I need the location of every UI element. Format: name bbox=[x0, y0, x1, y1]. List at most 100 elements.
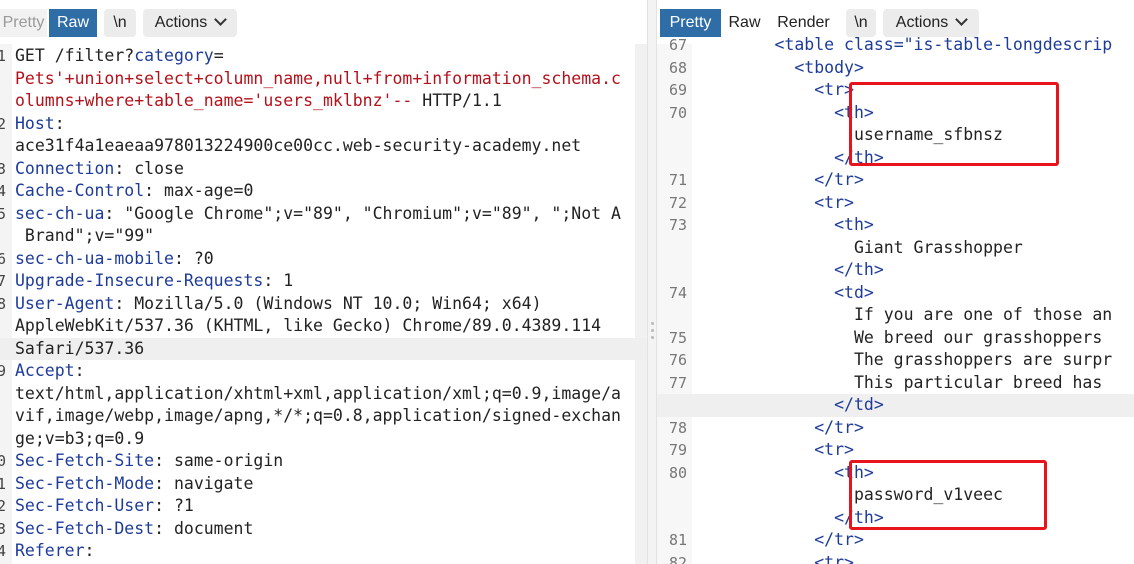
code-text: This particular breed has bbox=[695, 372, 1112, 395]
code-line[interactable]: 76 The grasshoppers are surpr bbox=[657, 349, 1134, 372]
line-number: 78 bbox=[668, 418, 687, 437]
code-line[interactable]: 3 Sec-Fetch-Dest: document bbox=[0, 518, 647, 541]
code-line[interactable]: 1 GET /filter?category= bbox=[0, 45, 647, 68]
code-line[interactable]: text/html,application/xhtml+xml,applicat… bbox=[0, 383, 647, 406]
code-line[interactable]: 3 Connection: close bbox=[0, 158, 647, 181]
code-line[interactable]: 5 sec-ch-ua: "Google Chrome";v="89", "Chr… bbox=[0, 203, 647, 226]
line-number: 77 bbox=[668, 373, 687, 392]
code-line[interactable]: 2 Sec-Fetch-User: ?1 bbox=[0, 495, 647, 518]
code-token: Accept bbox=[15, 361, 75, 380]
request-editor[interactable]: 1 GET /filter?category= Pets'+union+select… bbox=[0, 44, 647, 564]
actions-menu[interactable]: Actions bbox=[143, 9, 237, 37]
line-number: 82 bbox=[668, 553, 687, 564]
code-token: User-Agent bbox=[15, 293, 115, 313]
raw-tab[interactable]: Raw bbox=[723, 9, 766, 37]
code-line[interactable]: Pets'+union+select+column_name,null+from… bbox=[0, 68, 647, 91]
pretty-tab[interactable]: Pretty bbox=[660, 9, 721, 37]
line-number: 9 bbox=[0, 362, 6, 380]
actions-menu[interactable]: Actions bbox=[883, 9, 979, 37]
code-line[interactable]: AppleWebKit/537.36 (KHTML, like Gecko) C… bbox=[0, 315, 647, 338]
code-token: Sec-Fetch-Mode bbox=[15, 473, 155, 493]
code-token: : ?1 bbox=[154, 496, 194, 515]
code-line[interactable]: 6 sec-ch-ua-mobile: ?0 bbox=[0, 248, 647, 271]
code-line[interactable]: ge;v=b3;q=0.9 bbox=[0, 428, 647, 451]
grip-dot bbox=[651, 329, 654, 332]
code-token: </tr> bbox=[814, 530, 864, 549]
code-line[interactable]: 4 Cache-Control: max-age=0 bbox=[0, 180, 647, 203]
code-token: <tr> bbox=[814, 440, 854, 459]
code-text: Sec-Fetch-User: ?1 bbox=[15, 495, 194, 518]
code-token: : navigate bbox=[154, 473, 254, 493]
code-line[interactable]: 7 Upgrade-Insecure-Requests: 1 bbox=[0, 270, 647, 293]
code-text: vif,image/webp,image/apng,*/*;q=0.8,appl… bbox=[15, 405, 621, 428]
code-line[interactable]: </th> bbox=[657, 259, 1134, 282]
code-text: <td> bbox=[695, 282, 874, 305]
newline-toggle[interactable]: \n bbox=[846, 9, 876, 37]
code-line[interactable]: olumns+where+table_name='users_mklbnz'--… bbox=[0, 90, 647, 113]
render-tab[interactable]: Render bbox=[768, 9, 839, 37]
code-token: : max-age=0 bbox=[144, 181, 254, 200]
code-line[interactable]: 4 Referer: bbox=[0, 540, 647, 563]
code-line[interactable]: 1 Sec-Fetch-Mode: navigate bbox=[0, 473, 647, 496]
code-token: Upgrade-Insecure-Requests bbox=[15, 271, 264, 290]
code-line[interactable]: 79 <tr> bbox=[657, 439, 1134, 462]
code-line[interactable]: 78 </tr> bbox=[657, 417, 1134, 440]
code-line[interactable]: Brand";v="99" bbox=[0, 225, 647, 248]
code-text: Sec-Fetch-Site: same-origin bbox=[15, 450, 283, 473]
code-line[interactable]: </td> bbox=[657, 394, 1134, 417]
code-line[interactable]: 72 <tr> bbox=[657, 192, 1134, 215]
code-text: sec-ch-ua-mobile: ?0 bbox=[15, 248, 214, 271]
actions-label: Actions bbox=[895, 14, 949, 31]
code-token: If you are one of those an bbox=[695, 305, 1113, 324]
code-line[interactable]: 67 <table class="is-table-longdescrip bbox=[657, 34, 1134, 57]
code-text: </tr> bbox=[695, 529, 864, 552]
newline-toggle[interactable]: \n bbox=[104, 9, 136, 37]
code-token: : bbox=[54, 113, 65, 133]
line-number: 67 bbox=[668, 36, 687, 54]
pane-splitter[interactable] bbox=[647, 0, 657, 564]
code-text: </th> bbox=[695, 259, 884, 282]
code-token: </th> bbox=[834, 260, 884, 279]
code-token: : 1 bbox=[263, 271, 294, 290]
line-number: 8 bbox=[0, 294, 6, 313]
code-line[interactable]: 71 </tr> bbox=[657, 169, 1134, 192]
code-text: <tr> bbox=[695, 192, 854, 215]
code-token: <th> bbox=[834, 215, 874, 234]
code-line[interactable]: 81 </tr> bbox=[657, 529, 1134, 552]
line-number: 0 bbox=[0, 452, 6, 470]
code-line[interactable]: 2 Host: bbox=[0, 113, 647, 136]
password-highlight-box bbox=[849, 460, 1047, 530]
code-line[interactable]: Giant Grasshopper bbox=[657, 237, 1134, 260]
code-line[interactable]: If you are one of those an bbox=[657, 304, 1134, 327]
code-line[interactable]: 74 <td> bbox=[657, 282, 1134, 305]
code-line[interactable]: 0 Sec-Fetch-Site: same-origin bbox=[0, 450, 647, 473]
code-line[interactable]: 68 <tbody> bbox=[657, 57, 1134, 80]
code-line[interactable]: 8 User-Agent: Mozilla/5.0 (Windows NT 10.… bbox=[0, 293, 647, 316]
line-number: 3 bbox=[0, 159, 6, 178]
raw-tab[interactable]: Raw bbox=[49, 9, 97, 37]
code-line[interactable]: 73 <th> bbox=[657, 214, 1134, 237]
code-text: <th> bbox=[695, 102, 874, 125]
code-line[interactable]: 9 Accept: bbox=[0, 360, 647, 383]
code-token: The grasshoppers are surpr bbox=[695, 350, 1113, 369]
code-token: sec-ch-ua-mobile bbox=[15, 248, 174, 268]
code-token: <table class="is-table-longdescrip bbox=[774, 35, 1113, 54]
pretty-tab[interactable]: Pretty bbox=[0, 9, 47, 37]
code-line[interactable]: vif,image/webp,image/apng,*/*;q=0.8,appl… bbox=[0, 405, 647, 428]
code-line[interactable]: 77 This particular breed has bbox=[657, 372, 1134, 395]
line-number: 70 bbox=[668, 103, 687, 122]
line-number: 7 bbox=[0, 272, 6, 290]
code-line[interactable]: Safari/537.36 bbox=[0, 337, 647, 360]
code-text: Connection: close bbox=[15, 158, 184, 181]
code-line[interactable]: ace31f4a1eaeaa978013224900ce00cc.web-sec… bbox=[0, 135, 647, 158]
code-token: olumns+where+table_name='users_mklbnz'-- bbox=[15, 91, 413, 110]
line-number: 80 bbox=[668, 463, 687, 482]
code-text: </tr> bbox=[695, 417, 864, 440]
code-line[interactable]: 75 We breed our grasshoppers bbox=[657, 327, 1134, 350]
code-line[interactable]: 82 <tr> bbox=[657, 552, 1134, 564]
